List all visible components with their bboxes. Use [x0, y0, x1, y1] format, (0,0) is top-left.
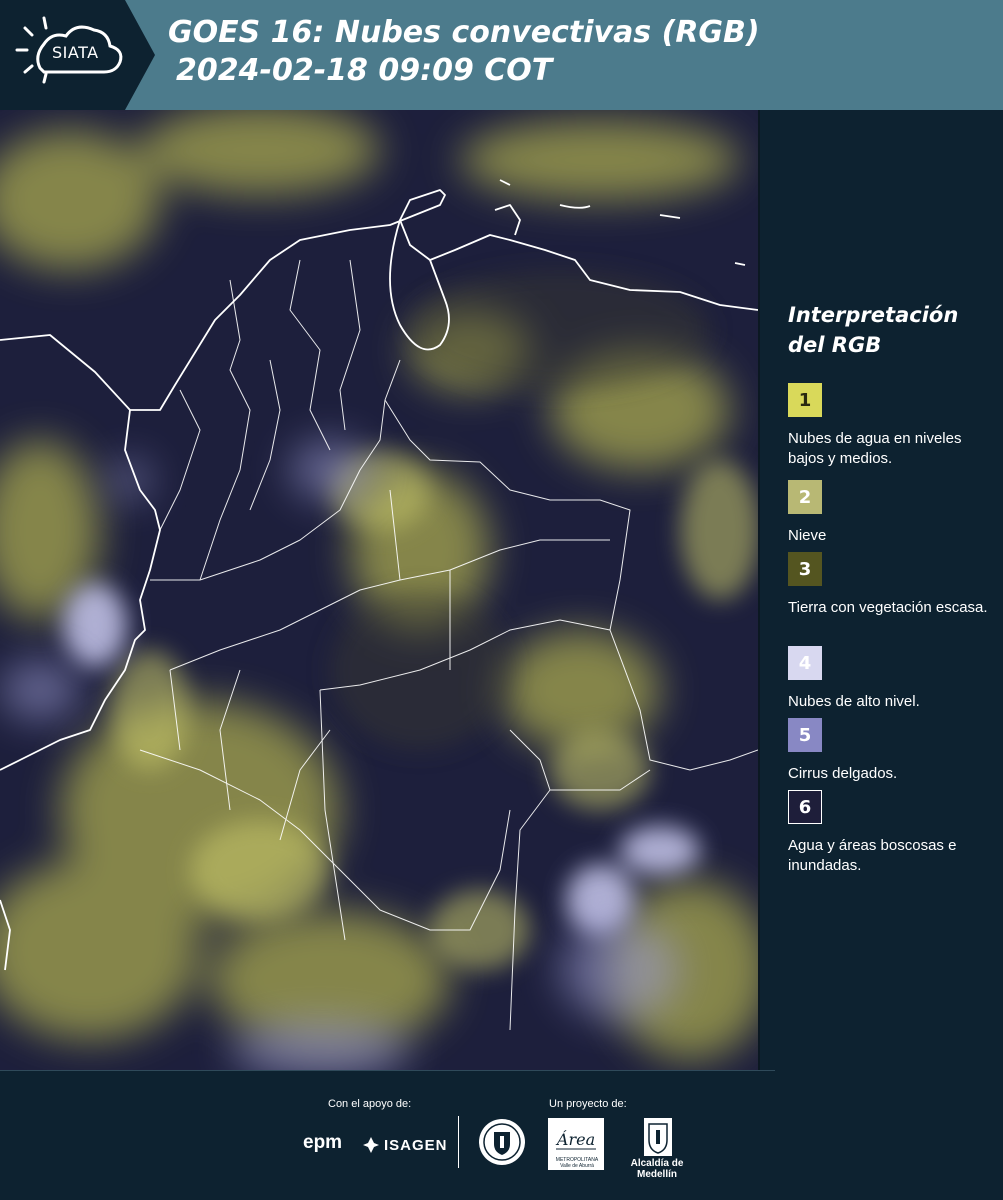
legend-label-5: Cirrus delgados. — [788, 765, 898, 782]
legend-item-5: 5 Cirrus delgados. — [788, 718, 998, 784]
medellin-seal-icon — [479, 1119, 525, 1165]
legend-swatch-3: 3 — [788, 552, 822, 586]
legend-label-2: Nieve — [788, 527, 827, 544]
legend-item-4: 4 Nubes de alto nivel. — [788, 646, 998, 712]
legend-swatch-5: 5 — [788, 718, 822, 752]
isagen-icon — [363, 1137, 379, 1153]
title-product: GOES 16: Nubes convectivas (RGB) — [168, 15, 760, 50]
legend-swatch-2: 2 — [788, 480, 822, 514]
alcaldia-medellin-text: Alcaldía de Medellín — [630, 1158, 684, 1180]
isagen-logo: ISAGEN — [362, 1134, 448, 1156]
legend-swatch-6: 6 — [788, 790, 822, 824]
legend-label-3: Tierra con vegetación escasa. — [788, 599, 988, 616]
footer: Con el apoyo de: Un proyecto de: epm ISA… — [0, 1070, 1003, 1200]
siata-logo-text: SIATA — [52, 43, 99, 62]
isagen-text: ISAGEN — [384, 1136, 448, 1154]
page-title: GOES 16: Nubes convectivas (RGB) 2024-02… — [168, 14, 760, 90]
legend-label-6: Agua y áreas boscosas e inundadas. — [788, 837, 957, 874]
footer-divider — [0, 1070, 775, 1071]
header-bar: SIATA GOES 16: Nubes convectivas (RGB) 2… — [0, 0, 1003, 110]
legend-label-4: Nubes de alto nivel. — [788, 693, 920, 710]
legend-panel: Interpretación del RGB 1 Nubes de agua e… — [760, 110, 1003, 1070]
legend-item-2: 2 Nieve — [788, 480, 998, 546]
legend-title: Interpretación del RGB — [788, 303, 959, 357]
project-label: Un proyecto de: — [549, 1098, 627, 1110]
legend-swatch-1: 1 — [788, 383, 822, 417]
area-logo-text: Área — [555, 1129, 595, 1149]
satellite-image — [0, 110, 758, 1070]
alcaldia-medellin-crest-icon — [644, 1118, 672, 1156]
legend-item-3: 3 Tierra con vegetación escasa. — [788, 552, 998, 618]
legend-swatch-4: 4 — [788, 646, 822, 680]
footer-separator — [458, 1116, 459, 1168]
epm-logo: epm — [303, 1132, 343, 1153]
siata-logo: SIATA — [0, 0, 155, 110]
legend-item-6: 6 Agua y áreas boscosas e inundadas. — [788, 790, 998, 876]
legend-label-1: Nubes de agua en niveles bajos y medios. — [788, 430, 962, 467]
title-timestamp: 2024-02-18 09:09 COT — [176, 53, 553, 88]
support-label: Con el apoyo de: — [328, 1098, 412, 1110]
area-metropolitana-subtitle: METROPOLITANA Valle de Aburrá — [555, 1157, 599, 1169]
legend-item-1: 1 Nubes de agua en niveles bajos y medio… — [788, 383, 998, 469]
satellite-map[interactable] — [0, 110, 758, 1070]
